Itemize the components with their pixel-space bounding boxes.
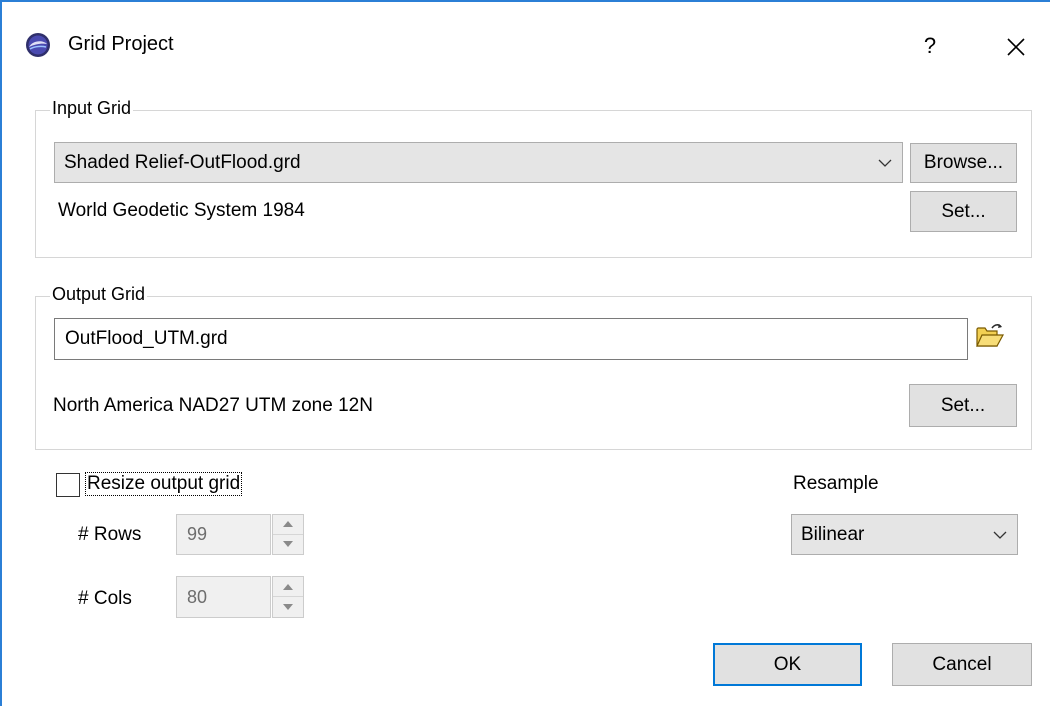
spin-down-icon[interactable] (273, 597, 303, 617)
output-grid-group-label: Output Grid (50, 284, 148, 305)
spin-down-icon[interactable] (273, 535, 303, 555)
cols-input[interactable]: 80 (176, 576, 271, 618)
output-projection-label: North America NAD27 UTM zone 12N (53, 395, 373, 416)
help-button[interactable]: ? (908, 24, 952, 68)
window-border-left (0, 0, 2, 706)
resample-combo[interactable]: Bilinear (791, 514, 1018, 555)
grid-project-dialog: Grid Project ? Input Grid Shaded Relief-… (0, 0, 1050, 706)
spin-up-icon[interactable] (273, 515, 303, 535)
output-filename-input[interactable]: OutFlood_UTM.grd (54, 318, 968, 360)
cancel-button[interactable]: Cancel (892, 643, 1032, 686)
input-file-selected: Shaded Relief-OutFlood.grd (64, 151, 301, 173)
rows-spinner[interactable] (272, 514, 304, 555)
close-icon (1007, 38, 1025, 56)
cols-label: # Cols (78, 588, 132, 609)
app-logo-icon (26, 33, 50, 57)
resample-label: Resample (793, 473, 879, 494)
chevron-down-icon (991, 515, 1009, 554)
open-folder-icon[interactable] (975, 322, 1005, 350)
input-grid-group-label: Input Grid (50, 98, 134, 119)
title-bar: Grid Project ? (2, 2, 1050, 84)
close-button[interactable] (992, 24, 1040, 68)
output-set-button[interactable]: Set... (909, 384, 1017, 427)
rows-input[interactable]: 99 (176, 514, 271, 555)
resize-output-label[interactable]: Resize output grid (85, 472, 243, 496)
input-file-combo[interactable]: Shaded Relief-OutFlood.grd (54, 142, 903, 183)
input-set-button[interactable]: Set... (910, 191, 1017, 232)
input-projection-label: World Geodetic System 1984 (58, 200, 305, 221)
ok-button[interactable]: OK (713, 643, 862, 686)
cols-spinner[interactable] (272, 576, 304, 618)
resample-selected: Bilinear (801, 523, 865, 545)
resize-output-checkbox[interactable] (56, 473, 80, 497)
window-title: Grid Project (68, 33, 174, 55)
chevron-down-icon (876, 143, 894, 182)
spin-up-icon[interactable] (273, 577, 303, 597)
input-grid-group (35, 110, 1032, 258)
browse-button[interactable]: Browse... (910, 143, 1017, 183)
rows-label: # Rows (78, 524, 142, 545)
